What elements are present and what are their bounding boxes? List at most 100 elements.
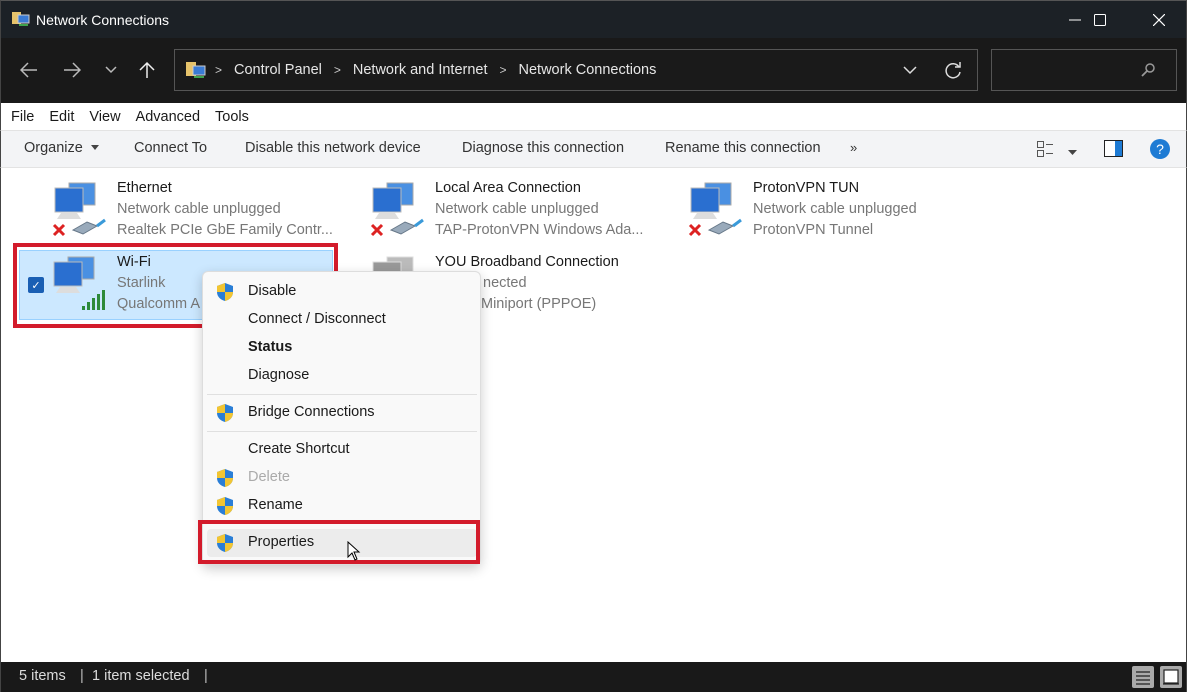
menu-item-label: Diagnose (248, 367, 310, 383)
maximize-icon (1094, 14, 1106, 26)
refresh-icon (945, 62, 961, 79)
rename-connection-button[interactable]: Rename this connection (665, 140, 821, 156)
change-view-button[interactable] (1037, 141, 1055, 161)
dropdown-arrow-icon (90, 145, 99, 151)
connection-name: YOU Broadband Connection (435, 254, 619, 270)
diagnose-connection-button[interactable]: Diagnose this connection (462, 140, 624, 156)
breadcrumb-separator[interactable]: > (500, 63, 507, 77)
menu-separator (207, 394, 477, 395)
window-title: Network Connections (36, 12, 170, 28)
connection-name: Ethernet (117, 180, 172, 196)
breadcrumb-network-and-internet[interactable]: Network and Internet (353, 62, 488, 78)
chevron-down-icon (903, 66, 917, 75)
menu-item-connect-disconnect[interactable]: Connect / Disconnect (207, 306, 477, 334)
uac-shield-icon (217, 469, 233, 487)
chevron-down-icon (105, 66, 117, 74)
connection-device: Realtek PCIe GbE Family Contr... (117, 222, 333, 238)
highlight-box-wifi-bottom (13, 324, 205, 328)
connect-to-button[interactable]: Connect To (134, 140, 207, 156)
breadcrumb-separator[interactable]: > (334, 63, 341, 77)
more-commands-button[interactable]: » (850, 140, 857, 155)
breadcrumb: > Control Panel > Network and Internet >… (215, 62, 656, 78)
network-adapter-disconnected-icon (52, 182, 106, 237)
uac-shield-icon (217, 497, 233, 515)
connection-name: Local Area Connection (435, 180, 581, 196)
search-input[interactable] (1000, 60, 1140, 80)
network-connections-app-icon (12, 12, 30, 26)
forward-arrow-icon (64, 62, 81, 78)
item-count: 5 items (19, 668, 66, 684)
menu-item-label: Connect / Disconnect (248, 311, 386, 327)
connection-item-local-area[interactable]: Local Area Connection Network cable unpl… (333, 178, 651, 244)
menu-bar: File Edit View Advanced Tools (0, 103, 1187, 130)
maximize-button[interactable] (1075, 1, 1125, 39)
connection-status: Network cable unplugged (753, 201, 917, 217)
close-icon (1153, 14, 1165, 26)
menu-item-label: Bridge Connections (248, 404, 375, 420)
connection-item-protonvpn-tun[interactable]: ProtonVPN TUN Network cable unplugged Pr… (651, 178, 969, 244)
menu-item-rename[interactable]: Rename (207, 492, 477, 520)
address-bar[interactable]: > Control Panel > Network and Internet >… (174, 49, 978, 91)
search-box[interactable] (991, 49, 1177, 91)
connection-text: ProtonVPN TUN Network cable unplugged Pr… (753, 178, 917, 241)
menu-view[interactable]: View (89, 109, 120, 125)
large-icons-view-button[interactable] (1160, 666, 1182, 688)
menu-item-diagnose[interactable]: Diagnose (207, 362, 477, 390)
status-bar: 5 items | 1 item selected | (0, 662, 1187, 692)
menu-item-status[interactable]: Status (207, 334, 477, 362)
connection-text: Ethernet Network cable unplugged Realtek… (117, 178, 333, 241)
menu-item-disable[interactable]: Disable (207, 278, 477, 306)
connections-view: Ethernet Network cable unplugged Realtek… (0, 168, 1187, 662)
menu-item-bridge-connections[interactable]: Bridge Connections (207, 399, 477, 427)
details-view-icon (1136, 671, 1150, 685)
breadcrumb-separator[interactable]: > (215, 63, 222, 77)
menu-item-label: Rename (248, 497, 303, 513)
details-view-button[interactable] (1132, 666, 1154, 688)
menu-separator (207, 431, 477, 432)
connection-status: Network cable unplugged (117, 201, 281, 217)
address-history-button[interactable] (903, 60, 917, 85)
menu-item-label: Delete (248, 469, 290, 485)
view-dropdown-button[interactable] (1068, 144, 1077, 160)
connection-item-ethernet[interactable]: Ethernet Network cable unplugged Realtek… (15, 178, 333, 244)
breadcrumb-control-panel[interactable]: Control Panel (234, 62, 322, 78)
organize-button[interactable]: Organize (24, 140, 99, 156)
search-icon (1141, 63, 1155, 77)
refresh-button[interactable] (943, 59, 963, 86)
close-button[interactable] (1134, 1, 1184, 39)
menu-item-label: Status (248, 339, 293, 355)
menu-file[interactable]: File (11, 109, 34, 125)
breadcrumb-network-connections[interactable]: Network Connections (519, 62, 657, 78)
help-button[interactable]: ? (1149, 138, 1171, 164)
uac-shield-icon (217, 283, 233, 301)
large-icons-view-icon (1163, 669, 1179, 685)
up-arrow-icon (139, 61, 155, 78)
connection-status: Network cable unplugged (435, 201, 599, 217)
menu-advanced[interactable]: Advanced (136, 109, 201, 125)
connection-device: TAP-ProtonVPN Windows Ada... (435, 222, 644, 238)
menu-item-label: Create Shortcut (248, 441, 350, 457)
forward-button[interactable] (57, 56, 87, 84)
menu-item-label: Disable (248, 283, 297, 299)
connection-text: Local Area Connection Network cable unpl… (435, 178, 643, 241)
preview-pane-button[interactable] (1104, 140, 1124, 162)
preview-pane-icon (1104, 140, 1123, 157)
back-button[interactable] (14, 56, 44, 84)
dropdown-arrow-icon (1068, 150, 1077, 155)
recent-locations-button[interactable] (96, 56, 126, 84)
svg-text:?: ? (1156, 141, 1164, 157)
navigation-bar: > Control Panel > Network and Internet >… (0, 38, 1187, 103)
connection-device: ProtonVPN Tunnel (753, 222, 874, 238)
menu-edit[interactable]: Edit (49, 109, 74, 125)
title-bar: Network Connections (0, 0, 1187, 38)
disable-device-button[interactable]: Disable this network device (245, 140, 421, 156)
back-arrow-icon (20, 62, 37, 78)
selection-count: 1 item selected (92, 668, 190, 684)
up-button[interactable] (132, 56, 162, 84)
menu-item-create-shortcut[interactable]: Create Shortcut (207, 436, 477, 464)
status-separator: | (80, 668, 84, 684)
status-separator: | (204, 668, 208, 684)
network-folder-icon (186, 62, 206, 78)
connection-name: ProtonVPN TUN (753, 180, 860, 196)
menu-tools[interactable]: Tools (215, 109, 249, 125)
